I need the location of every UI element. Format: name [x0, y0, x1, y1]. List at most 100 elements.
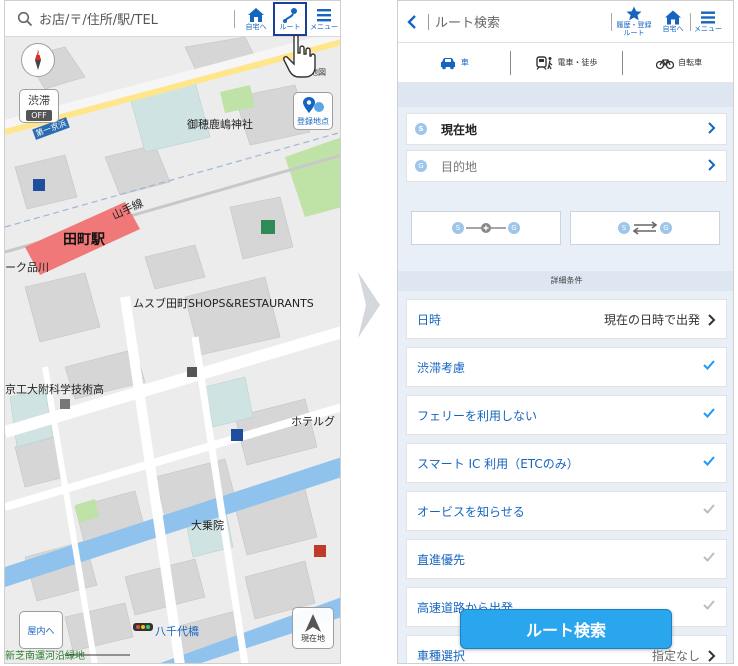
transport-mode-tabs: 車 電車・徒歩 自転車	[398, 43, 733, 83]
chevron-right-icon	[708, 122, 716, 134]
menu-button[interactable]: メニュー	[691, 2, 725, 42]
star-icon	[626, 6, 642, 21]
option-traffic-aware[interactable]: 渋滞考慮	[406, 347, 727, 387]
map-label-station: 田町駅	[63, 232, 105, 248]
swap-icon	[632, 221, 658, 235]
destination-label: 目的地	[441, 159, 478, 174]
route-button-label: ルート	[279, 22, 301, 31]
home-button[interactable]: 自宅へ	[239, 2, 273, 36]
option-label: 車種選択	[417, 648, 466, 663]
tab-bicycle-label: 自転車	[678, 58, 703, 67]
home-button[interactable]: 自宅へ	[656, 2, 690, 42]
tab-car[interactable]: 車	[398, 51, 510, 75]
registered-points-button[interactable]: 登録地点	[293, 92, 333, 130]
option-smart-ic[interactable]: スマート IC 利用（ETCのみ）	[406, 443, 727, 483]
start-location-field[interactable]: S 現在地	[406, 113, 727, 145]
top-bar-divider	[234, 9, 235, 28]
search-input[interactable]: お店/〒/住所/駅/TEL	[5, 1, 230, 37]
checkmark-icon	[703, 456, 715, 466]
option-orbis-alert[interactable]: オービスを知らせる	[406, 491, 727, 531]
add-waypoint-button[interactable]: S G	[411, 211, 561, 245]
option-label: 渋滞考慮	[417, 360, 466, 375]
map-label-hs: 京工大附科学技術高	[5, 383, 104, 396]
map-label-mall: ムスブ田町SHOPS&RESTAURANTS	[133, 297, 314, 310]
option-label: 日時	[417, 312, 442, 327]
home-button-label: 自宅へ	[245, 22, 267, 31]
goal-badge: G	[508, 222, 520, 234]
route-header: ルート検索 履歴・登録 ルート 自宅へ メニュー	[398, 1, 733, 43]
route-icon	[283, 7, 297, 23]
option-label: 直進優先	[417, 552, 466, 567]
menu-button-label: メニュー	[310, 22, 338, 31]
indoor-label: 屋内へ	[27, 626, 55, 637]
tab-train-walk-label: 電車・徒歩	[557, 58, 598, 67]
location-pin-icon	[303, 96, 324, 113]
traffic-state: OFF	[26, 109, 52, 121]
option-label: オービスを知らせる	[417, 504, 525, 519]
checkmark-icon	[703, 504, 715, 514]
car-icon	[440, 57, 455, 69]
tab-bicycle[interactable]: 自転車	[622, 50, 733, 75]
goal-badge: G	[660, 222, 672, 234]
map-label-daijoin: 大乗院	[191, 519, 224, 532]
indoor-button[interactable]: 屋内へ	[19, 611, 63, 649]
bicycle-icon	[656, 58, 675, 69]
start-badge: S	[415, 123, 427, 135]
traffic-toggle[interactable]: 渋滞 OFF	[19, 89, 59, 123]
hand-pointer-icon	[283, 34, 316, 78]
tab-car-label: 車	[460, 58, 469, 67]
menu-button[interactable]: メニュー	[307, 2, 340, 36]
chevron-right-icon	[708, 159, 716, 171]
swap-start-goal-button[interactable]: S G	[570, 211, 720, 245]
menu-icon	[317, 8, 331, 21]
option-straight-priority[interactable]: 直進優先	[406, 539, 727, 579]
map-screen: 田町駅 山手線 第一京浜 御穂鹿嶋神社 ムスブ田町SHOPS&RESTAURAN…	[4, 0, 341, 664]
map-label-hotel: ホテルグ	[291, 415, 335, 428]
chevron-right-icon	[708, 650, 716, 662]
route-search-screen: ルート検索 履歴・登録 ルート 自宅へ メニュー 車 電車・徒歩 自転車 S 現…	[397, 0, 734, 664]
tab-train-walk[interactable]: 電車・徒歩	[509, 50, 623, 75]
map-label-shrine: 御穂鹿嶋神社	[187, 118, 253, 131]
map-top-bar: お店/〒/住所/駅/TEL 自宅へ ルート メニュー	[5, 1, 340, 37]
current-location-label: 現在地	[301, 633, 325, 643]
checkmark-icon	[703, 360, 715, 370]
option-label: スマート IC 利用（ETCのみ）	[417, 456, 579, 471]
route-search-button[interactable]: ルート検索	[460, 609, 672, 649]
checkmark-icon	[703, 600, 715, 610]
add-waypoint-icon	[466, 223, 506, 233]
option-value: 指定なし	[651, 648, 700, 663]
start-badge: S	[618, 222, 630, 234]
transition-arrow-icon	[358, 272, 380, 338]
registered-points-label: 登録地点	[297, 116, 329, 126]
section-spacer	[398, 83, 733, 107]
map-label-yachiyo: 八千代橋	[155, 625, 199, 638]
home-button-label: 自宅へ	[662, 24, 684, 33]
search-icon	[17, 11, 33, 26]
train-icon	[535, 55, 552, 70]
history-favorites-button[interactable]: 履歴・登録 ルート	[612, 2, 656, 42]
header-divider	[428, 13, 429, 30]
traffic-label: 渋滞	[28, 93, 50, 107]
checkmark-icon	[703, 552, 715, 562]
svg-text:N: N	[36, 51, 40, 57]
checkmark-icon	[703, 408, 715, 418]
menu-button-label: メニュー	[694, 24, 722, 33]
details-section-header: 詳細条件	[398, 271, 733, 291]
map-label-shinagawa: ーク品川	[5, 261, 49, 274]
menu-icon	[701, 11, 715, 24]
screenshot-root: 田町駅 山手線 第一京浜 御穂鹿嶋神社 ムスブ田町SHOPS&RESTAURAN…	[0, 0, 738, 666]
start-location-label: 現在地	[441, 122, 478, 137]
route-button[interactable]: ルート	[273, 1, 307, 36]
navigation-arrow-icon	[305, 613, 321, 632]
page-title: ルート検索	[435, 16, 501, 31]
option-datetime[interactable]: 日時 現在の日時で出発	[406, 299, 727, 339]
home-icon	[665, 10, 681, 25]
destination-field[interactable]: G 目的地	[406, 150, 727, 182]
home-icon	[248, 7, 264, 22]
option-no-ferry[interactable]: フェリーを利用しない	[406, 395, 727, 435]
current-location-button[interactable]: 現在地	[292, 607, 334, 649]
chevron-left-icon	[407, 14, 416, 29]
option-label: フェリーを利用しない	[417, 408, 538, 423]
compass-button[interactable]: N	[21, 43, 55, 77]
back-button[interactable]	[398, 1, 426, 43]
